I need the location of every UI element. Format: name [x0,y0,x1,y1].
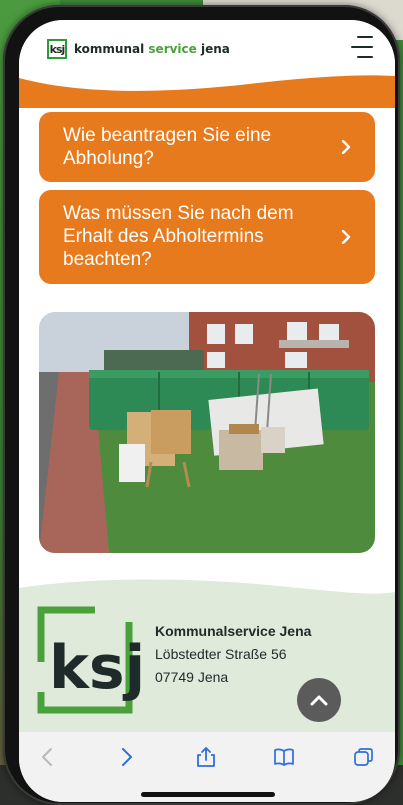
chevron-right-icon [341,140,351,154]
footer-company-name: Kommunalservice Jena [155,623,312,639]
footer-address: Kommunalservice Jena Löbstedter Straße 5… [155,620,311,689]
footer-city: 07749 Jena [155,669,229,685]
footer-ksj-logo[interactable]: ksj [37,606,149,722]
book-icon[interactable] [273,746,295,768]
brand-part2: service [148,42,197,56]
chevron-right-icon[interactable] [115,746,137,768]
header-logo-letters: ksj [49,42,66,56]
brand-part3: jena [200,42,230,56]
chevron-left-icon[interactable] [37,746,59,768]
orange-wave-band [19,75,395,108]
phone-screen: ksj kommunal service jena Wie beantragen… [19,20,395,802]
header-logo[interactable]: ksj [47,39,67,59]
brand-part1: kommunal [74,42,145,56]
faq-item-pickup-request[interactable]: Wie beantragen Sie eine Abholung? [39,112,375,182]
tabs-icon[interactable] [353,746,375,768]
faq-item-after-appointment[interactable]: Was müssen Sie nach dem Erhalt des Abhol… [39,190,375,284]
phone-frame: ksj kommunal service jena Wie beantragen… [3,5,400,805]
hamburger-menu-icon[interactable] [351,36,373,58]
share-icon[interactable] [195,746,217,768]
chevron-up-icon [310,695,328,706]
faq-item-label: Wie beantragen Sie eine Abholung? [63,125,272,169]
bulky-waste-photo [39,312,375,553]
footer-street: Löbstedter Straße 56 [155,646,287,662]
scroll-to-top-button[interactable] [297,678,341,722]
faq-item-label: Was müssen Sie nach dem Erhalt des Abhol… [63,203,294,270]
brand-name[interactable]: kommunal service jena [74,42,230,56]
site-header: ksj kommunal service jena [19,20,395,78]
home-indicator [141,792,275,797]
footer-logo-letters: ksj [49,633,145,703]
chevron-right-icon [341,230,351,244]
